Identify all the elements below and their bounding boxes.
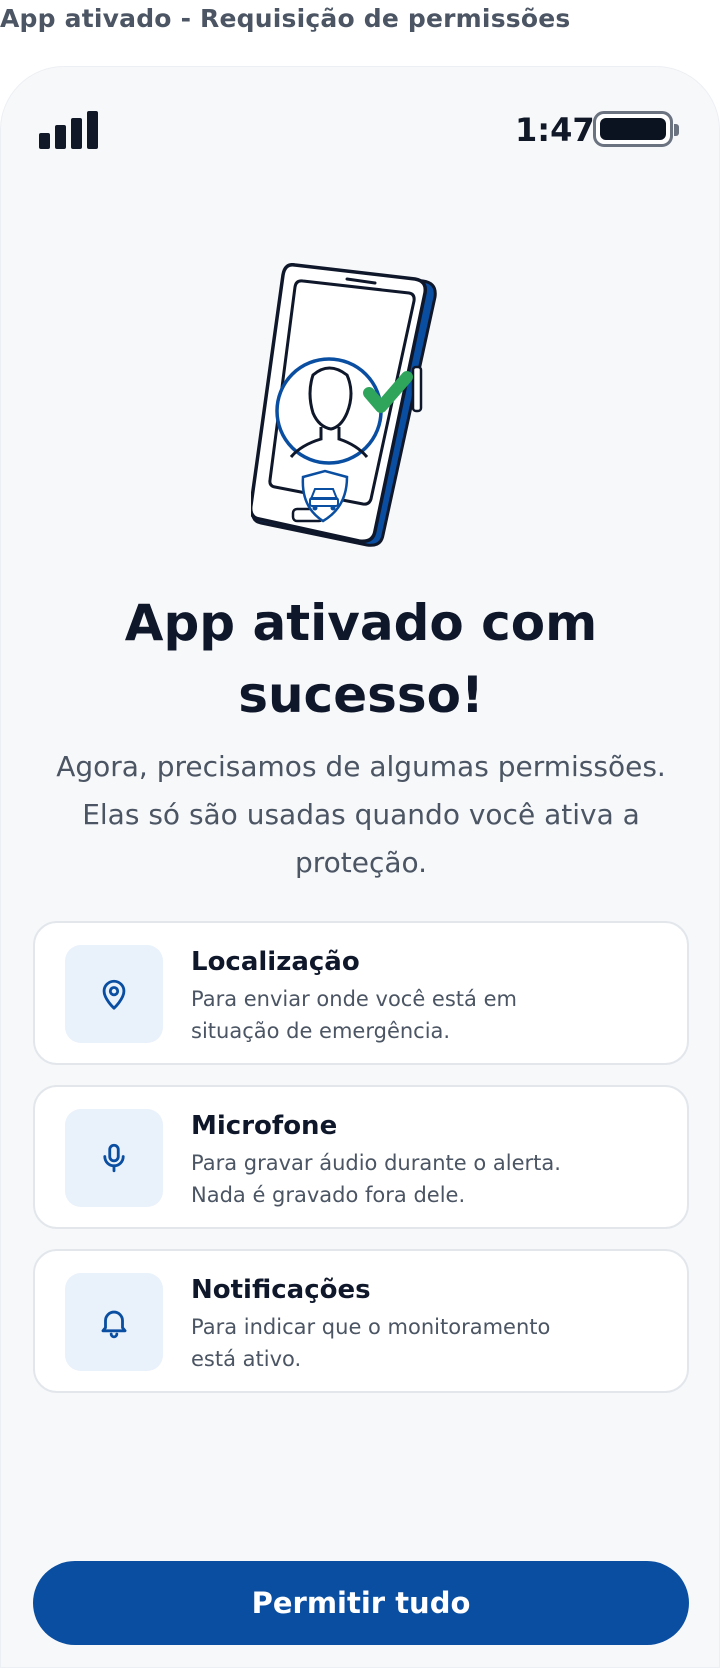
phone-verified-illustration bbox=[251, 263, 437, 547]
bell-icon-badge bbox=[65, 1273, 163, 1371]
battery-icon bbox=[593, 111, 679, 147]
permission-title: Notificações bbox=[191, 1275, 371, 1305]
phone-frame: 1:47 App ativado com sucesso! Agora, pre… bbox=[0, 66, 720, 1668]
permission-card-location: Localização Para enviar onde você está e… bbox=[33, 921, 689, 1065]
permissions-list: Localização Para enviar onde você está e… bbox=[33, 921, 689, 1413]
location-pin-icon bbox=[102, 979, 126, 1010]
status-clock: 1:47 bbox=[515, 111, 595, 149]
permission-title: Microfone bbox=[191, 1111, 338, 1141]
status-bar: 1:47 bbox=[1, 67, 719, 187]
microphone-icon-badge bbox=[65, 1109, 163, 1207]
permission-title: Localização bbox=[191, 947, 360, 977]
allow-all-button[interactable]: Permitir tudo bbox=[33, 1561, 689, 1645]
signal-strength-icon bbox=[39, 109, 103, 149]
permission-description: Para gravar áudio durante o alerta. Nada… bbox=[191, 1151, 561, 1207]
page-caption: App ativado - Requisição de permissões bbox=[0, 4, 571, 33]
permission-card-notifications: Notificações Para indicar que o monitora… bbox=[33, 1249, 689, 1393]
microphone-icon bbox=[103, 1143, 125, 1173]
page-title: App ativado com sucesso! bbox=[124, 594, 598, 724]
location-icon-badge bbox=[65, 945, 163, 1043]
permission-card-microphone: Microfone Para gravar áudio durante o al… bbox=[33, 1085, 689, 1229]
permission-description: Para enviar onde você está em situação d… bbox=[191, 987, 517, 1043]
page-subtitle: Agora, precisamos de algumas permissões.… bbox=[56, 750, 666, 879]
permission-description: Para indicar que o monitoramento está at… bbox=[191, 1315, 551, 1371]
bell-icon bbox=[101, 1310, 127, 1339]
